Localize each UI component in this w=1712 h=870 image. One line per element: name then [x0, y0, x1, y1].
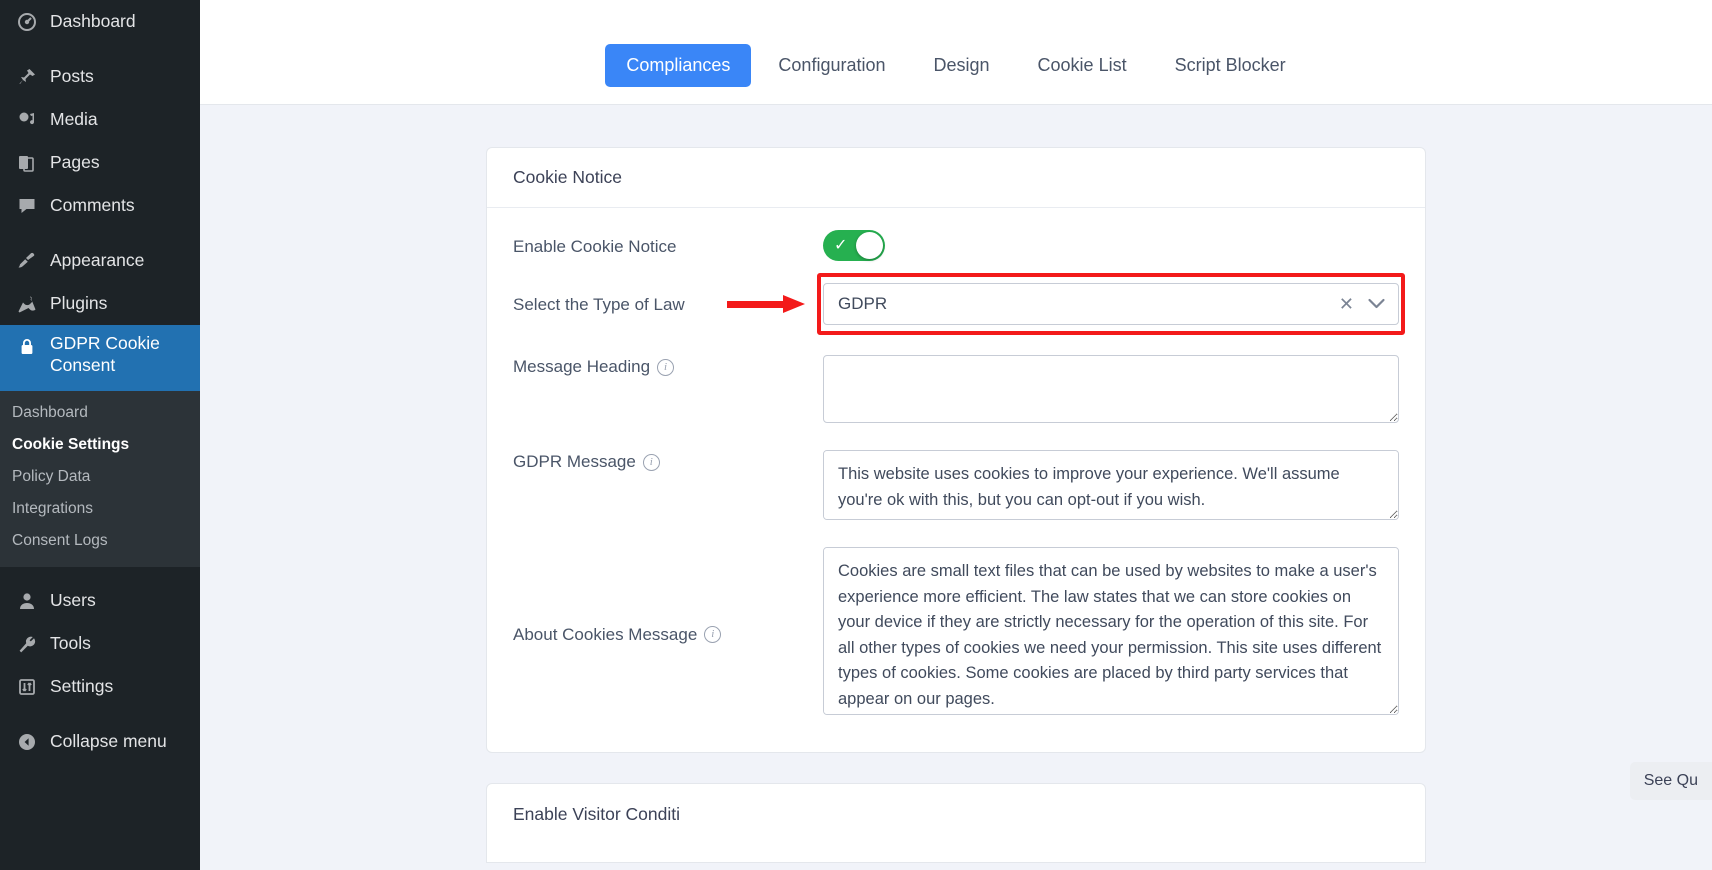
clear-icon[interactable]: ✕ [1339, 295, 1354, 313]
arrow-head [783, 295, 805, 313]
comment-icon [12, 194, 42, 218]
tab-compliances[interactable]: Compliances [605, 43, 752, 87]
brush-icon [12, 249, 42, 273]
about-cookies-message-label: About Cookies Message i [513, 623, 823, 645]
pointer-arrow [727, 295, 805, 313]
enable-cookie-notice-label: Enable Cookie Notice [513, 236, 677, 256]
user-icon [12, 589, 42, 613]
law-select-wrap: GDPR ✕ [727, 273, 1405, 335]
collapse-menu-button[interactable]: Collapse menu [0, 720, 200, 763]
media-icon [12, 108, 42, 132]
admin-sidebar: Dashboard Posts Media Pages Comments App… [0, 0, 200, 870]
row-message-heading: Message Heading i [513, 355, 1399, 428]
sidebar-item-media[interactable]: Media [0, 98, 200, 141]
row-gdpr-message: GDPR Message i [513, 450, 1399, 525]
pin-icon [12, 65, 42, 89]
row-select-type-of-law: Select the Type of Law GDPR ✕ [513, 273, 1405, 335]
sidebar-item-label: Users [50, 590, 96, 610]
sidebar-item-label: Settings [50, 676, 114, 696]
sidebar-item-label: GDPR Cookie Consent [50, 333, 160, 375]
sidebar-item-dashboard-sub[interactable]: Dashboard [0, 397, 200, 429]
sliders-icon [12, 675, 42, 699]
chevron-down-icon[interactable] [1367, 296, 1386, 313]
about-cookies-message-field [823, 547, 1399, 720]
cookie-notice-card: Cookie Notice Enable Cookie Notice ✓ Sel… [486, 147, 1426, 753]
chevron-left-circle-icon [12, 730, 42, 754]
sidebar-item-users[interactable]: Users [0, 579, 200, 622]
visitor-conditions-card: Enable Visitor Conditi [486, 783, 1426, 863]
sidebar-item-settings[interactable]: Settings [0, 665, 200, 708]
sidebar-item-label: Tools [50, 633, 91, 653]
tab-cookie-list[interactable]: Cookie List [1017, 44, 1148, 87]
sidebar-item-tools[interactable]: Tools [0, 622, 200, 665]
sidebar-item-consent-logs[interactable]: Consent Logs [0, 525, 200, 557]
sidebar-item-label: Comments [50, 195, 135, 215]
gdpr-message-input[interactable] [823, 450, 1399, 520]
sidebar-item-dashboard[interactable]: Dashboard [0, 0, 200, 43]
info-icon[interactable]: i [657, 358, 675, 376]
dashboard-icon [12, 10, 42, 34]
plug-icon [12, 292, 42, 316]
main-area: Compliances Configuration Design Cookie … [200, 0, 1712, 870]
sidebar-item-appearance[interactable]: Appearance [0, 239, 200, 282]
toggle-knob [856, 232, 883, 259]
message-heading-field [823, 355, 1399, 428]
tab-bar: Compliances Configuration Design Cookie … [200, 0, 1712, 105]
sidebar-item-label: Appearance [50, 250, 145, 270]
about-cookies-message-input[interactable] [823, 547, 1399, 715]
info-icon[interactable]: i [642, 453, 660, 471]
sidebar-item-plugins[interactable]: Plugins [0, 282, 200, 325]
enable-cookie-notice-field: ✓ [823, 230, 1399, 261]
arrow-shaft [727, 301, 783, 308]
law-select-icons: ✕ [1339, 295, 1386, 313]
card-title: Cookie Notice [487, 148, 1425, 208]
check-icon: ✓ [834, 236, 848, 254]
tab-configuration[interactable]: Configuration [757, 44, 906, 87]
sidebar-divider [0, 708, 200, 720]
gdpr-message-label: GDPR Message i [513, 450, 823, 472]
sidebar-item-label: Plugins [50, 293, 108, 313]
visitor-conditions-title: Enable Visitor Conditi [513, 804, 680, 824]
sidebar-item-posts[interactable]: Posts [0, 55, 200, 98]
sidebar-item-pages[interactable]: Pages [0, 141, 200, 184]
law-select-value: GDPR [838, 294, 888, 313]
settings-content: Cookie Notice Enable Cookie Notice ✓ Sel… [200, 105, 1712, 870]
page-root: Dashboard Posts Media Pages Comments App… [0, 0, 1712, 870]
sidebar-item-cookie-settings[interactable]: Cookie Settings [0, 429, 200, 461]
sidebar-item-integrations[interactable]: Integrations [0, 493, 200, 525]
collapse-menu-label: Collapse menu [50, 731, 167, 751]
message-heading-label: Message Heading i [513, 355, 823, 377]
see-quick-button[interactable]: See Qu [1629, 762, 1712, 800]
sidebar-item-comments[interactable]: Comments [0, 184, 200, 227]
enable-cookie-notice-toggle[interactable]: ✓ [823, 230, 885, 261]
row-about-cookies-message: About Cookies Message i [513, 547, 1399, 720]
wrench-icon [12, 632, 42, 656]
sidebar-item-gdpr-cookie-consent[interactable]: GDPR Cookie Consent [0, 325, 200, 391]
card-body: Enable Cookie Notice ✓ Select the Type o… [487, 208, 1425, 752]
sidebar-item-label: Dashboard [50, 11, 136, 31]
sidebar-divider [0, 567, 200, 579]
sidebar-submenu: Dashboard Cookie Settings Policy Data In… [0, 391, 200, 567]
sidebar-divider [0, 43, 200, 55]
lock-icon [12, 335, 42, 359]
pages-icon [12, 151, 42, 175]
info-icon[interactable]: i [704, 626, 722, 643]
tab-design[interactable]: Design [913, 44, 1011, 87]
sidebar-item-policy-data[interactable]: Policy Data [0, 461, 200, 493]
row-enable-cookie-notice: Enable Cookie Notice ✓ [513, 230, 1399, 261]
sidebar-item-label: Media [50, 109, 98, 129]
sidebar-item-label: Posts [50, 66, 94, 86]
sidebar-item-label: Pages [50, 152, 100, 172]
gdpr-message-field [823, 450, 1399, 525]
tab-script-blocker[interactable]: Script Blocker [1154, 44, 1307, 87]
law-select[interactable]: GDPR ✕ [823, 283, 1399, 325]
message-heading-input[interactable] [823, 355, 1399, 423]
select-type-of-law-field: GDPR ✕ [727, 273, 1405, 335]
sidebar-divider [0, 227, 200, 239]
